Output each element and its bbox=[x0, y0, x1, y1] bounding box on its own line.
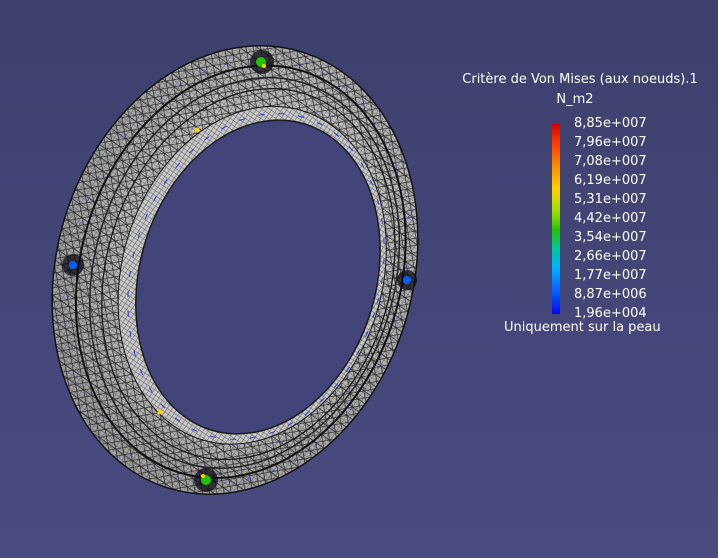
legend-value: 8,85e+007 bbox=[574, 116, 647, 131]
legend-value: 2,66e+007 bbox=[574, 249, 647, 264]
color-scale-bar bbox=[552, 124, 560, 314]
legend-value: 3,54e+007 bbox=[574, 230, 647, 245]
legend-unit: N_m2 bbox=[556, 92, 594, 107]
legend-value: 5,31e+007 bbox=[574, 192, 647, 207]
contact-spot-top bbox=[250, 50, 274, 74]
legend-value: 7,96e+007 bbox=[574, 135, 647, 150]
legend-note: Uniquement sur la peau bbox=[504, 320, 661, 335]
3d-viewport[interactable]: Critère de Von Mises (aux noeuds).1 N_m2… bbox=[0, 0, 718, 558]
legend-value: 1,77e+007 bbox=[574, 268, 647, 283]
legend-value: 6,19e+007 bbox=[574, 173, 647, 188]
legend-value: 7,08e+007 bbox=[574, 154, 647, 169]
legend-scale-labels: 8,85e+007 7,96e+007 7,08e+007 6,19e+007 … bbox=[574, 114, 647, 323]
contact-spot-right bbox=[397, 270, 417, 290]
contact-spot-bottom bbox=[194, 468, 218, 492]
legend-title: Critère de Von Mises (aux noeuds).1 bbox=[462, 72, 698, 87]
legend-value: 4,42e+007 bbox=[574, 211, 647, 226]
legend-value: 8,87e+006 bbox=[574, 287, 647, 302]
contact-spot-left bbox=[62, 254, 84, 276]
